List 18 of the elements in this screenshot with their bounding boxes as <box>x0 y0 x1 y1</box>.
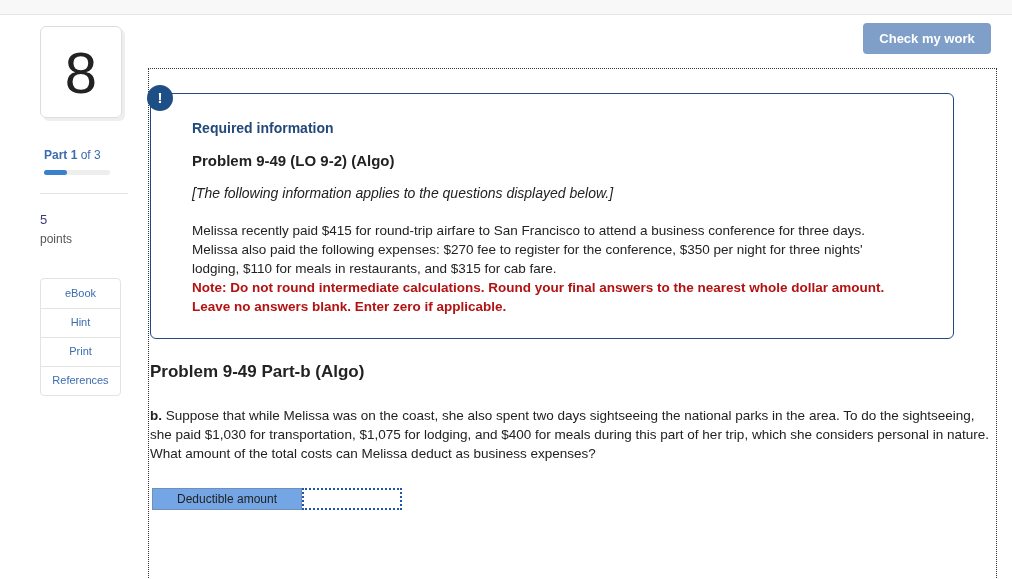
rounding-note: Note: Do not round intermediate calculations. Round your final answers to the nearest whole dollar amount. Leave no answers blank. Enter zero if applicable. <box>192 278 886 316</box>
question-text: b. Suppose that while Melissa was on the coast, she also spent two days sightseeing the national parks in the area. To do the sightseeing, she paid $1,030 for transportation, $1,075 for lodging, and $400 for meals during this part of her trip, which she considers personal in nature. What amount of the total costs can Melissa deduct as business expenses? <box>150 407 990 463</box>
required-info-heading: Required information <box>192 119 335 138</box>
answer-field[interactable] <box>302 488 402 510</box>
problem-description: Melissa recently paid $415 for round-trip airfare to San Francisco to attend a business conference for three days. Melissa also paid the following expenses: $270 fee to register for the conference, $350 per night for three nights' lodging, $110 for meals in restaurants, and $315 for cab fare. <box>192 221 867 278</box>
info-note: [The following information applies to the questions displayed below.] <box>192 183 615 203</box>
tool-link[interactable]: Hint <box>41 307 120 337</box>
part-indicator: Part 1 of 3 <box>44 147 102 164</box>
tool-link[interactable]: eBook <box>41 278 120 308</box>
alert-icon: ! <box>147 85 173 111</box>
tool-link[interactable]: Print <box>41 336 120 366</box>
problem-title: Problem 9-49 (LO 9-2) (Algo) <box>192 151 396 171</box>
answer-label: Deductible amount <box>152 488 302 510</box>
question-number-card: 8 <box>40 26 122 118</box>
points-value: 5 <box>40 211 49 229</box>
tool-link[interactable]: References <box>41 365 120 395</box>
points-label: points <box>40 230 74 248</box>
part-title: Problem 9-49 Part-b (Algo) <box>150 360 366 383</box>
